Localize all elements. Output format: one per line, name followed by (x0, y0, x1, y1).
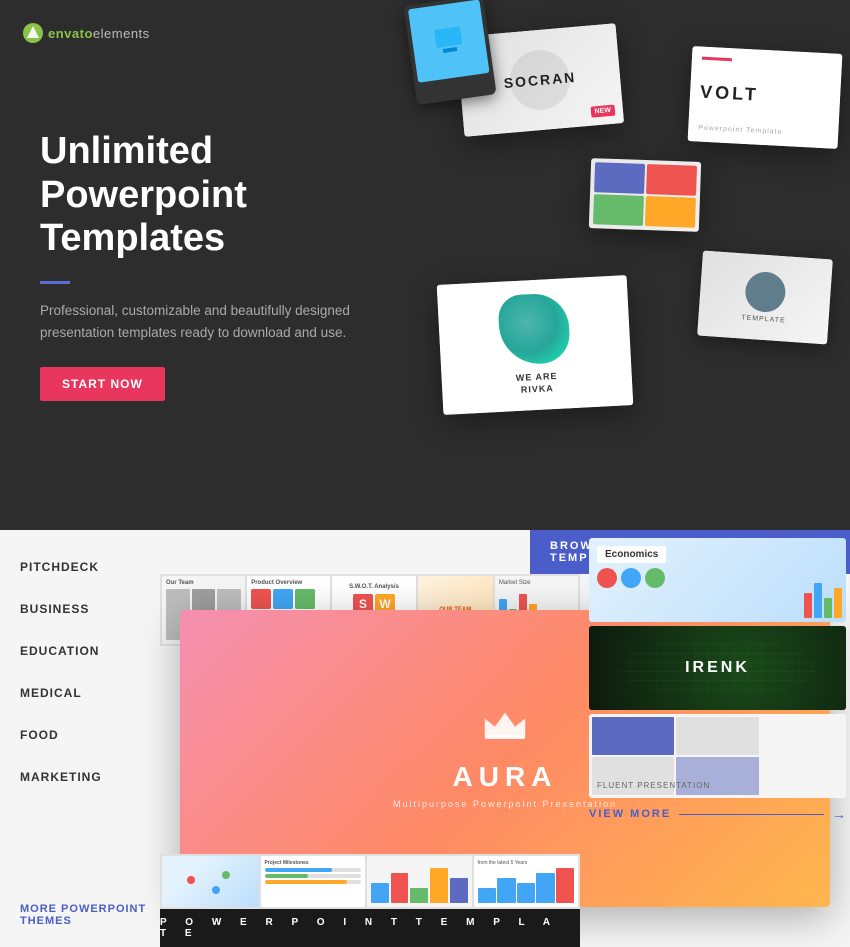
device-mockup (403, 0, 496, 105)
geo-map-visual (162, 856, 259, 907)
rivka-blob (497, 293, 571, 367)
volt-label: VOLT (700, 82, 831, 110)
mini-block-1 (594, 162, 645, 194)
view-more-line (679, 814, 824, 815)
hero-images-collage: SOCRAN NEW VOLT Powerpoint Template (410, 0, 850, 530)
column-chart-preview[interactable]: from the latest 5 Years (474, 856, 579, 907)
more-themes-link[interactable]: MORE POWERPOINT THEMES (20, 903, 160, 927)
sidebar-item-pitchdeck[interactable]: PITCHDECK (20, 560, 160, 574)
small-template-card-1 (589, 158, 701, 232)
extra-card-1: TEMPLATE (697, 251, 833, 345)
volt-accent-bar (702, 57, 732, 62)
small-card-1-inner (589, 158, 701, 232)
aura-template-subtitle: Multipurpose Powerpoint Presentation (393, 799, 617, 809)
mini-block-2 (646, 164, 697, 196)
fluent-label: FLUENT PRESENTATION (597, 781, 710, 790)
bottom-preview-strip: United States Project Milestones (160, 854, 580, 909)
extra-card-1-text: TEMPLATE (741, 314, 786, 324)
device-screen (408, 0, 490, 82)
sidebar-item-marketing[interactable]: MARKETING (20, 770, 160, 784)
aura-crown-icon (480, 709, 530, 749)
logo[interactable]: envatoelements (22, 22, 150, 44)
mini-block-4 (645, 196, 696, 228)
mini-block-3 (593, 194, 644, 226)
sidebar-item-education[interactable]: EDUCATION (20, 644, 160, 658)
start-now-button[interactable]: START NOW (40, 367, 165, 401)
hero-content: Unlimited Powerpoint Templates Professio… (40, 130, 420, 401)
more-themes-label: MORE POWERPOINT THEMES (20, 903, 154, 927)
economics-label: Economics (597, 546, 666, 563)
sidebar-item-food[interactable]: FOOD (20, 728, 160, 742)
economics-thumbnail[interactable]: Economics (589, 538, 846, 622)
socran-label: SOCRAN (503, 69, 577, 91)
volt-template-card: VOLT Powerpoint Template (688, 46, 843, 149)
fluent-thumbnail[interactable]: FLUENT PRESENTATION (589, 714, 846, 798)
rivka-label: WE ARERIVKA (516, 371, 559, 397)
templates-main-area: BROWSE OUR POWERPOINT TEMPLATES → Our Te… (160, 530, 850, 947)
logo-text: envatoelements (48, 26, 150, 41)
rivka-template-card: WE ARERIVKA (437, 275, 634, 415)
hero-title: Unlimited Powerpoint Templates (40, 130, 420, 261)
irenk-thumbnail[interactable]: IRENK IRENK (589, 626, 846, 710)
bottom-bar: P O W E R P O I N T T E M P L A T E (160, 909, 580, 947)
right-thumbnails-panel: Economics IRENK (585, 534, 850, 830)
volt-subtitle: Powerpoint Template (698, 125, 828, 139)
milestones-preview[interactable]: Project Milestones (261, 856, 366, 907)
aura-template-title: AURA (453, 761, 558, 793)
socran-badge: NEW (590, 105, 615, 118)
map-preview[interactable]: United States (162, 856, 259, 907)
browse-section: PITCHDECK BUSINESS EDUCATION MEDICAL FOO… (0, 530, 850, 947)
sidebar-item-medical[interactable]: MEDICAL (20, 686, 160, 700)
view-more-section[interactable]: VIEW MORE → (589, 802, 846, 826)
volt-card-inner: VOLT Powerpoint Template (688, 46, 843, 149)
bottom-bar-text: P O W E R P O I N T T E M P L A T E (160, 917, 580, 939)
sidebar-item-business[interactable]: BUSINESS (20, 602, 160, 616)
bar-chart-preview[interactable] (367, 856, 472, 907)
hero-description: Professional, customizable and beautiful… (40, 300, 380, 343)
sidebar-navigation: PITCHDECK BUSINESS EDUCATION MEDICAL FOO… (0, 530, 160, 947)
view-more-arrow-icon: → (832, 806, 846, 822)
hero-section: envatoelements Unlimited Powerpoint Temp… (0, 0, 850, 530)
view-more-label: VIEW MORE (589, 808, 671, 820)
irenk-text: IRENK (685, 659, 750, 677)
envato-logo-icon (22, 22, 44, 44)
rivka-card-inner: WE ARERIVKA (437, 275, 634, 415)
hero-divider (40, 281, 70, 284)
